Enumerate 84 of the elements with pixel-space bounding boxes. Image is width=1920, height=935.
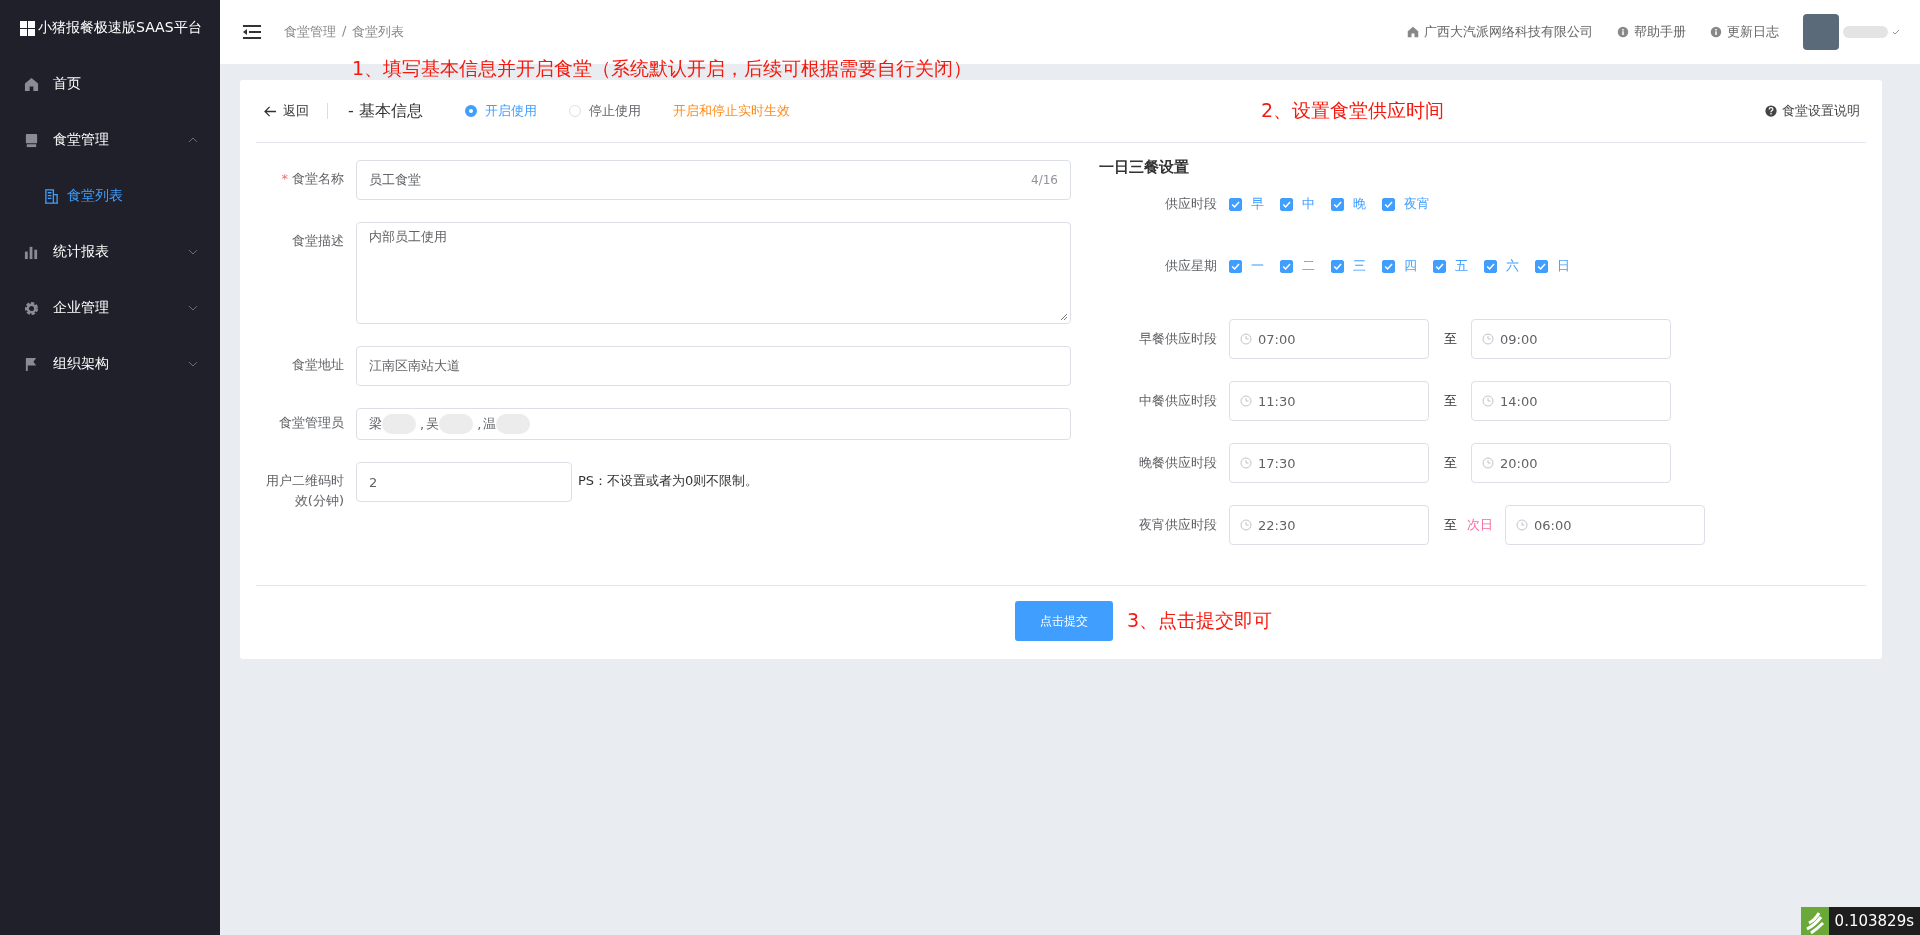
field-label: 供应星期 — [1164, 257, 1218, 275]
chevron-down-icon — [188, 249, 198, 255]
sidebar-item[interactable]: 组织架构 — [0, 336, 220, 392]
arrow-left-icon — [264, 105, 277, 117]
sidebar-item[interactable]: 统计报表 — [0, 224, 220, 280]
section-title: 一日三餐设置 — [1099, 158, 1190, 177]
field-label: 夜宵供应时段 — [1138, 516, 1218, 534]
clock-icon — [1240, 395, 1252, 407]
field-label: 晚餐供应时段 — [1138, 454, 1218, 472]
field-label: 食堂描述 — [291, 232, 345, 250]
field-label: 早餐供应时段 — [1138, 330, 1218, 348]
field-label: 用户二维码时效(分钟) — [265, 472, 345, 510]
annotation-text: 1、填写基本信息并开启食堂（系统默认开启，后续可根据需要自行关闭） — [351, 57, 974, 79]
required-mark: * — [281, 171, 288, 186]
timer-badge: 0.103829s — [1800, 907, 1920, 935]
chevron-down-icon — [188, 305, 198, 311]
time-picker[interactable]: 14:00 — [1471, 381, 1671, 421]
time-picker[interactable]: 11:30 — [1229, 381, 1429, 421]
flame-logo-icon — [1800, 907, 1829, 935]
range-separator: 至 — [1442, 330, 1458, 348]
field-label: 食堂地址 — [291, 356, 345, 374]
clock-icon — [1240, 457, 1252, 469]
info-icon — [1617, 26, 1629, 38]
annotation-text: 2、设置食堂供应时间 — [1259, 98, 1444, 123]
chevron-up-icon — [188, 137, 198, 143]
breadcrumb-separator: / — [342, 23, 347, 40]
chevron-down-icon — [188, 361, 198, 367]
field-label: 中餐供应时段 — [1138, 392, 1218, 410]
field-label: * 食堂名称 — [280, 170, 345, 188]
sidebar-item[interactable]: 食堂管理 — [0, 112, 220, 168]
clock-icon — [1482, 395, 1494, 407]
textarea-field[interactable]: 内部员工使用 — [356, 222, 1071, 324]
submenu-item[interactable]: 食堂列表 — [0, 168, 220, 224]
resize-handle-icon[interactable] — [1060, 313, 1068, 321]
input-field[interactable]: 梁 ,吴 ,温 — [356, 408, 1071, 440]
info-icon — [1710, 26, 1722, 38]
hint-text: 开启和停止实时生效 — [672, 102, 790, 120]
header-link[interactable]: 更新日志 — [1710, 23, 1779, 41]
time-picker[interactable]: 06:00 — [1505, 505, 1705, 545]
time-picker[interactable]: 22:30 — [1229, 505, 1429, 545]
time-picker[interactable]: 09:00 — [1471, 319, 1671, 359]
time-picker[interactable]: 20:00 — [1471, 443, 1671, 483]
clock-icon — [1482, 457, 1494, 469]
input-field[interactable]: 员工食堂 4/16 — [356, 160, 1071, 200]
flag-icon — [24, 356, 39, 372]
next-day-label: 次日 — [1467, 516, 1493, 534]
input-field[interactable]: 江南区南站大道 — [356, 346, 1071, 386]
range-separator: 至 — [1442, 454, 1458, 472]
redacted-username — [1843, 26, 1888, 38]
back-link[interactable]: 返回 — [264, 102, 309, 120]
radio-option[interactable]: 停止使用 — [568, 102, 641, 120]
store-icon — [24, 132, 39, 148]
clock-icon — [1516, 519, 1528, 531]
app-name: 小猪报餐极速版SAAS平台 — [38, 19, 202, 37]
building-icon — [44, 188, 59, 204]
clock-icon — [1240, 333, 1252, 345]
range-separator: 至 — [1442, 516, 1458, 534]
annotation-text: 3、点击提交即可 — [1127, 608, 1274, 633]
caret-icon[interactable] — [1892, 29, 1900, 35]
bar-chart-icon — [24, 244, 39, 260]
sidebar-item[interactable]: 首页 — [0, 56, 220, 112]
header-link[interactable]: 广西大汽派网络科技有限公司 — [1407, 23, 1593, 41]
breadcrumb-item[interactable]: 食堂列表 — [352, 23, 405, 41]
section-title: - 基本信息 — [348, 100, 423, 122]
question-icon — [1765, 105, 1777, 117]
breadcrumb-item[interactable]: 食堂管理 — [284, 23, 336, 41]
clock-icon — [1482, 333, 1494, 345]
home-icon — [1407, 26, 1419, 38]
menu-icon[interactable] — [242, 24, 262, 40]
field-label: 食堂管理员 — [278, 414, 345, 432]
settings-icon — [24, 300, 39, 316]
time-picker[interactable]: 17:30 — [1229, 443, 1429, 483]
input-field[interactable]: 2 — [356, 462, 572, 502]
field-label: 供应时段 — [1164, 195, 1218, 213]
time-picker[interactable]: 07:00 — [1229, 319, 1429, 359]
character-counter: 4/16 — [1031, 173, 1058, 187]
sidebar-item[interactable]: 企业管理 — [0, 280, 220, 336]
grid-icon — [20, 20, 35, 36]
home-icon — [24, 76, 39, 92]
note-text: PS：不设置或者为0则不限制。 — [578, 472, 759, 490]
header-link[interactable]: 帮助手册 — [1617, 23, 1686, 41]
range-separator: 至 — [1442, 392, 1458, 410]
clock-icon — [1240, 519, 1252, 531]
help-link[interactable]: 食堂设置说明 — [1765, 102, 1860, 120]
